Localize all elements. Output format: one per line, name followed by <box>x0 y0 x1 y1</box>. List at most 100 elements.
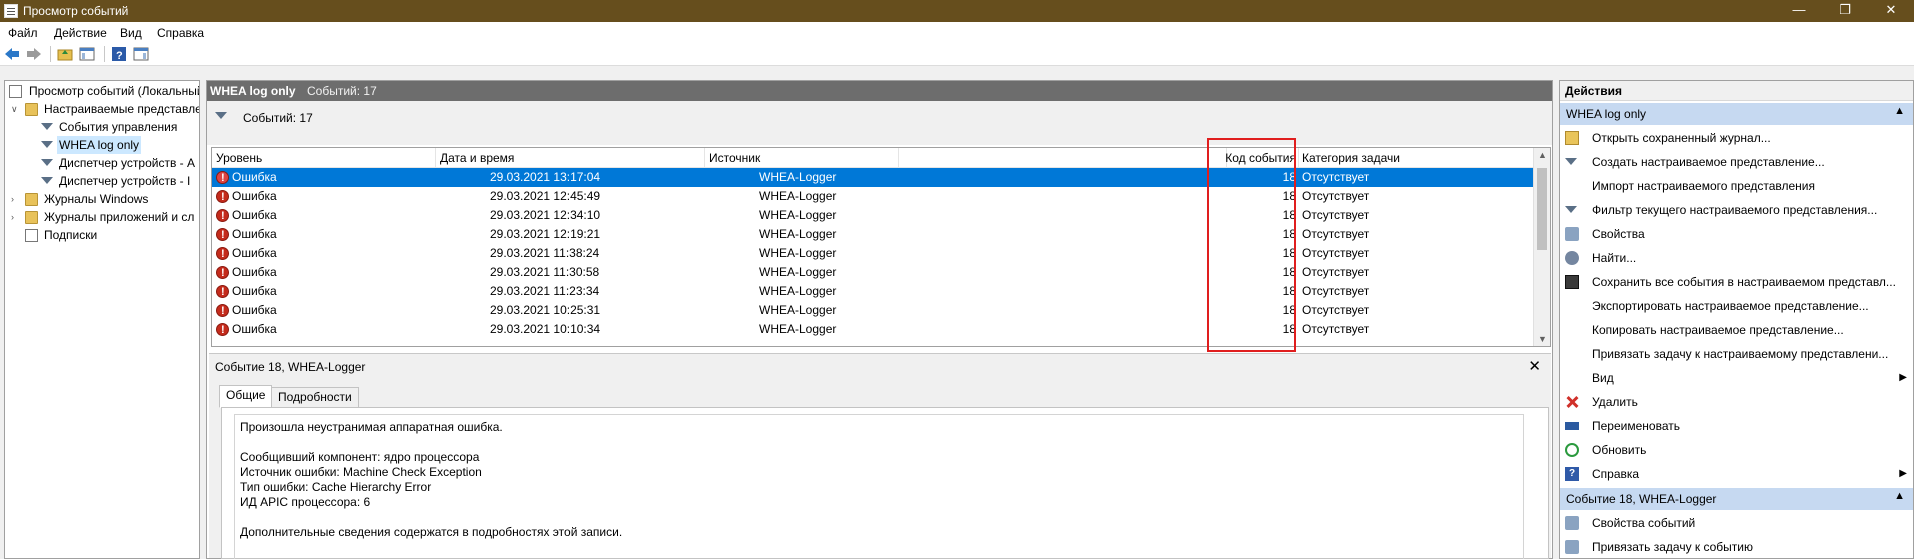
close-button[interactable]: ✕ <box>1868 0 1914 22</box>
submenu-arrow-icon: ▶ <box>1899 468 1907 479</box>
column-datetime[interactable]: Дата и время <box>440 151 514 165</box>
close-icon[interactable]: ✕ <box>1528 357 1541 375</box>
help-icon[interactable]: ? <box>110 45 128 63</box>
cell-datetime: 29.03.2021 13:17:04 <box>490 170 601 184</box>
tab-general[interactable]: Общие <box>219 385 273 408</box>
action-save-all-events[interactable]: Сохранить все события в настраиваемом пр… <box>1560 270 1913 294</box>
action-label: Вид <box>1592 371 1614 385</box>
action-properties[interactable]: Свойства <box>1560 222 1913 246</box>
cell-datetime: 29.03.2021 10:10:34 <box>490 322 601 336</box>
action-label: Обновить <box>1592 443 1647 457</box>
actions-pane: Действия WHEA log only ▲ Открыть сохране… <box>1559 80 1914 559</box>
action-label: Открыть сохраненный журнал... <box>1592 131 1771 145</box>
error-icon <box>216 169 229 188</box>
menu-view[interactable]: Вид <box>120 26 142 40</box>
tab-details[interactable]: Подробности <box>271 387 359 408</box>
scroll-up-icon[interactable]: ▲ <box>1538 150 1547 160</box>
cell-datetime: 29.03.2021 12:34:10 <box>490 208 601 222</box>
action-open-saved-log[interactable]: Открыть сохраненный журнал... <box>1560 126 1913 150</box>
forward-arrow-icon[interactable] <box>25 45 43 63</box>
minimize-button[interactable]: — <box>1776 0 1822 22</box>
action-import-custom-view[interactable]: Импорт настраиваемого представления <box>1560 174 1913 198</box>
toolbar-separator <box>104 46 105 62</box>
event-properties-icon <box>1565 516 1579 530</box>
action-export-custom-view[interactable]: Экспортировать настраиваемое представлен… <box>1560 294 1913 318</box>
expand-chevron-icon[interactable]: › <box>11 190 21 208</box>
table-row[interactable]: Ошибка 29.03.2021 11:38:24 WHEA-Logger 1… <box>212 244 1534 264</box>
action-delete[interactable]: Удалить <box>1560 390 1913 414</box>
attach-task-icon <box>1565 540 1579 554</box>
action-help-submenu[interactable]: ? Справка ▶ <box>1560 462 1913 486</box>
action-attach-task-to-event[interactable]: Привязать задачу к событию <box>1560 535 1913 558</box>
filter-view-icon <box>41 139 54 152</box>
cell-level: Ошибка <box>232 227 277 241</box>
error-icon <box>216 245 229 264</box>
expand-chevron-icon[interactable]: › <box>11 208 21 226</box>
error-icon <box>216 283 229 302</box>
filter-view-icon <box>41 175 54 188</box>
event-viewer-icon <box>9 85 22 98</box>
table-row[interactable]: Ошибка 29.03.2021 12:34:10 WHEA-Logger 1… <box>212 206 1534 226</box>
collapse-up-icon[interactable]: ▲ <box>1894 105 1905 117</box>
menu-help[interactable]: Справка <box>157 26 204 40</box>
cell-task-category: Отсутствует <box>1302 170 1370 184</box>
tree-item-label: Просмотр событий (Локальный) <box>29 84 200 98</box>
cell-source: WHEA-Logger <box>759 227 837 241</box>
error-icon <box>216 321 229 340</box>
cell-datetime: 29.03.2021 11:23:34 <box>490 284 600 298</box>
events-table-scrollbar[interactable]: ▲ ▼ <box>1533 148 1550 346</box>
scroll-down-icon[interactable]: ▼ <box>1538 334 1547 344</box>
folder-icon <box>25 193 38 206</box>
event-count-header: Событий: 17 <box>307 84 377 98</box>
table-row[interactable]: Ошибка 29.03.2021 11:30:58 WHEA-Logger 1… <box>212 263 1534 283</box>
cell-task-category: Отсутствует <box>1302 189 1370 203</box>
column-divider[interactable] <box>898 148 899 168</box>
column-divider[interactable] <box>1298 148 1299 168</box>
table-row[interactable]: Ошибка 29.03.2021 10:10:34 WHEA-Logger 1… <box>212 320 1534 340</box>
cell-source: WHEA-Logger <box>759 189 837 203</box>
show-hide-action-pane-icon[interactable] <box>132 45 150 63</box>
show-hide-tree-icon[interactable] <box>78 45 96 63</box>
action-refresh[interactable]: Обновить <box>1560 438 1913 462</box>
column-task-category[interactable]: Категория задачи <box>1302 151 1400 165</box>
table-row[interactable]: Ошибка 29.03.2021 13:17:04 WHEA-Logger 1… <box>212 168 1534 188</box>
action-create-custom-view[interactable]: Создать настраиваемое представление... <box>1560 150 1913 174</box>
actions-section-view[interactable]: WHEA log only ▲ <box>1560 103 1913 125</box>
action-attach-task-to-view[interactable]: Привязать задачу к настраиваемому предст… <box>1560 342 1913 366</box>
table-row[interactable]: Ошибка 29.03.2021 10:25:31 WHEA-Logger 1… <box>212 301 1534 321</box>
description-line: Дополнительные сведения содержатся в под… <box>240 525 623 539</box>
table-row[interactable]: Ошибка 29.03.2021 12:19:21 WHEA-Logger 1… <box>212 225 1534 245</box>
maximize-button[interactable]: ❐ <box>1822 0 1868 22</box>
event-description-box[interactable]: Произошла неустранимая аппаратная ошибка… <box>234 414 1524 559</box>
table-row[interactable]: Ошибка 29.03.2021 12:45:49 WHEA-Logger 1… <box>212 187 1534 207</box>
action-filter-current-view[interactable]: Фильтр текущего настраиваемого представл… <box>1560 198 1913 222</box>
navigation-tree: Просмотр событий (Локальный) ∨ Настраива… <box>4 80 200 559</box>
subscriptions-icon <box>25 229 38 242</box>
toolbar-separator <box>50 46 51 62</box>
collapse-chevron-icon[interactable]: ∨ <box>11 100 21 118</box>
menu-file[interactable]: Файл <box>8 26 38 40</box>
section-title: Событие 18, WHEA-Logger <box>1566 492 1717 506</box>
tree-item-label: Подписки <box>44 228 98 242</box>
column-level[interactable]: Уровень <box>216 151 262 165</box>
action-rename[interactable]: Переименовать <box>1560 414 1913 438</box>
column-divider[interactable] <box>435 148 436 168</box>
action-find[interactable]: Найти... <box>1560 246 1913 270</box>
action-view-submenu[interactable]: Вид ▶ <box>1560 366 1913 390</box>
menu-action[interactable]: Действие <box>54 26 107 40</box>
up-folder-icon[interactable] <box>56 45 74 63</box>
column-divider[interactable] <box>704 148 705 168</box>
back-arrow-icon[interactable] <box>3 45 21 63</box>
scroll-thumb[interactable] <box>1537 168 1547 250</box>
action-copy-custom-view[interactable]: Копировать настраиваемое представление..… <box>1560 318 1913 342</box>
action-event-properties[interactable]: Свойства событий <box>1560 511 1913 535</box>
view-title: WHEA log only <box>210 84 296 98</box>
table-row[interactable]: Ошибка 29.03.2021 11:23:34 WHEA-Logger 1… <box>212 282 1534 302</box>
filter-bar: Событий: 17 <box>207 101 1552 145</box>
svg-text:?: ? <box>116 50 123 62</box>
window-title: Просмотр событий <box>23 4 129 18</box>
actions-section-event[interactable]: Событие 18, WHEA-Logger ▲ <box>1560 488 1913 510</box>
column-source[interactable]: Источник <box>709 151 760 165</box>
collapse-up-icon[interactable]: ▲ <box>1894 490 1905 502</box>
action-label: Свойства событий <box>1592 516 1696 530</box>
